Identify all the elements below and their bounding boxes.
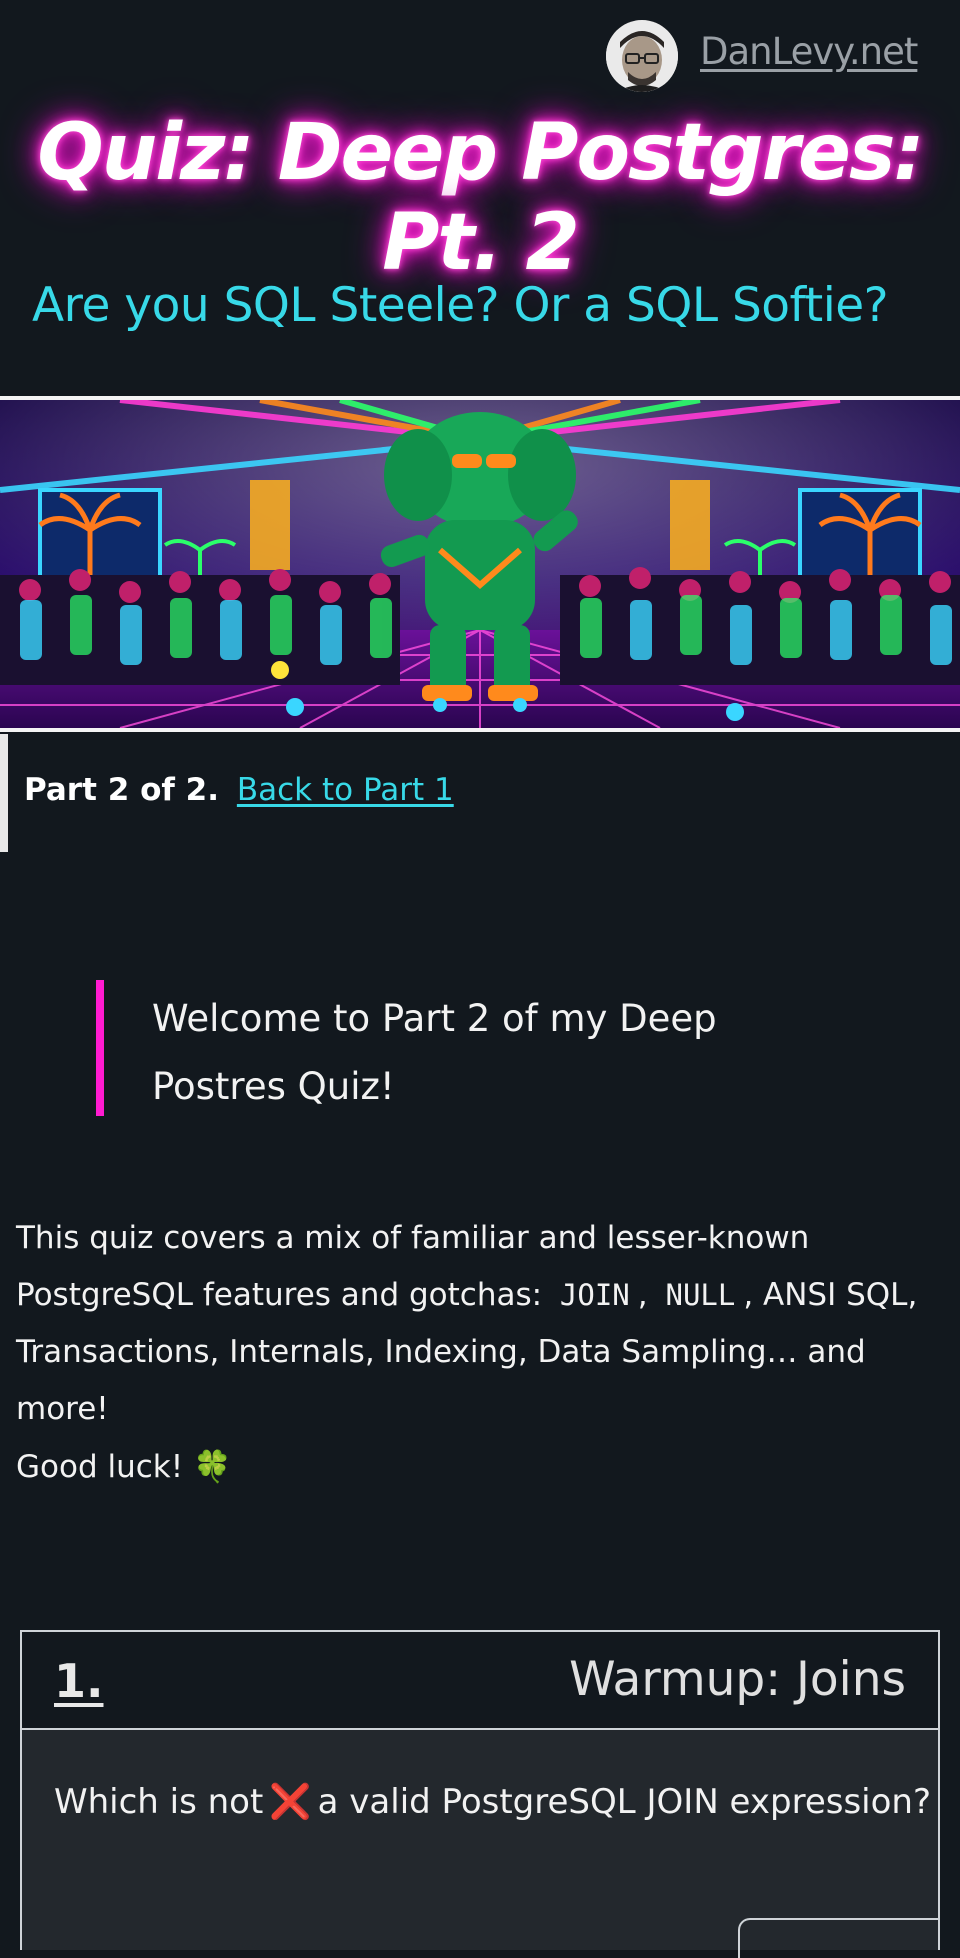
avatar-face-icon [606, 20, 678, 92]
good-luck-label: Good luck! [16, 1449, 184, 1485]
intro-paragraph: This quiz covers a mix of familiar and l… [16, 1210, 936, 1438]
four-leaf-clover-icon: 🍀 [193, 1449, 232, 1485]
welcome-line-2: Postres Quiz! [152, 1065, 395, 1108]
hero-image [0, 396, 960, 732]
intro-line-2: PostgreSQL features and gotchas: JOIN, N… [16, 1267, 936, 1324]
good-luck-text: Good luck! 🍀 [16, 1448, 232, 1485]
author-avatar[interactable] [606, 20, 678, 92]
page-subtitle: Are you SQL Steele? Or a SQL Softie? [32, 278, 889, 333]
welcome-blockquote: Welcome to Part 2 of my Deep Postres Qui… [152, 985, 752, 1121]
code-join: JOIN [559, 1278, 630, 1312]
answer-option-button[interactable] [738, 1918, 938, 1958]
code-null: NULL [665, 1278, 736, 1312]
page-title: Quiz: Deep Postgres: Pt. 2 [37, 108, 924, 288]
site-home-link[interactable]: DanLevy.net [700, 30, 918, 73]
intro-line-3: Transactions, Internals, Indexing, Data … [16, 1334, 866, 1427]
question-text: Which is not ❌ a valid PostgreSQL JOIN exp… [54, 1782, 931, 1822]
question-card: 1. Warmup: Joins Which is not ❌ a valid Po… [20, 1630, 940, 1958]
question-number-link[interactable]: 1. [54, 1654, 103, 1708]
neon-elephant-disco-icon [0, 400, 960, 728]
question-card-body: Which is not ❌ a valid PostgreSQL JOIN exp… [22, 1730, 938, 1958]
part-label: Part 2 of 2. [24, 772, 219, 808]
part-navigation-note: Part 2 of 2. Back to Part 1 [0, 734, 960, 852]
back-to-part-1-link[interactable]: Back to Part 1 [237, 772, 454, 808]
question-text-start: Which is not [54, 1782, 264, 1822]
question-card-header: 1. Warmup: Joins [22, 1632, 938, 1730]
question-text-end: a valid PostgreSQL JOIN expression? [317, 1782, 932, 1822]
intro-separator: , [637, 1277, 648, 1313]
intro-line-2-end: , ANSI SQL, [743, 1277, 918, 1313]
welcome-line-1: Welcome to Part 2 of my Deep [152, 997, 717, 1040]
red-x-icon: ❌ [269, 1782, 312, 1822]
intro-line-1: This quiz covers a mix of familiar and l… [16, 1220, 810, 1256]
intro-line-2-text: PostgreSQL features and gotchas: [16, 1277, 543, 1313]
question-category: Warmup: Joins [569, 1652, 906, 1707]
blockquote-accent-bar [96, 980, 104, 1116]
